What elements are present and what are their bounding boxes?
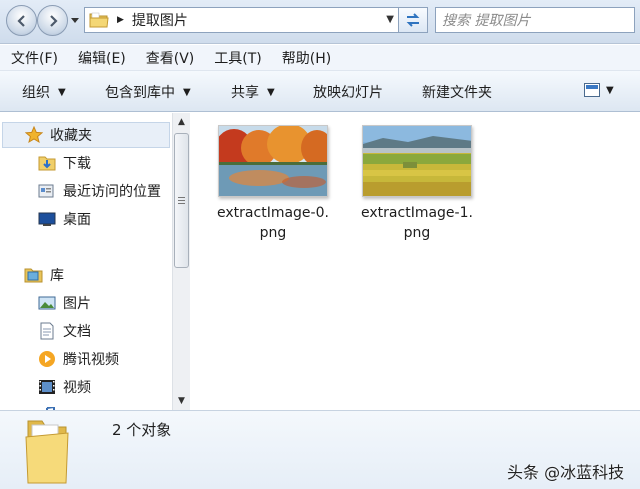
change-view-button[interactable]: ▼ — [584, 83, 614, 97]
file-name-line2: png — [259, 225, 287, 241]
address-toolbar: ▶ 提取图片 ▼ 搜索 提取图片 — [0, 0, 640, 44]
navigation-pane: 收藏夹 下载 最近访问的位置 桌面 库 图片 文档 腾讯视频 视频 — [0, 113, 190, 410]
search-input[interactable]: 搜索 提取图片 — [442, 10, 530, 30]
search-box[interactable]: 搜索 提取图片 — [435, 7, 635, 33]
forward-button[interactable] — [37, 5, 68, 36]
library-icon — [24, 266, 44, 284]
include-library-button[interactable]: 包含到库中 ▼ — [105, 82, 191, 102]
nav-item-favorites[interactable]: 收藏夹 — [24, 122, 92, 148]
file-list: extractImage-0. png extractImage-1. png — [191, 113, 640, 410]
nav-item-tencent-video[interactable]: 腾讯视频 — [37, 346, 119, 372]
pictures-icon — [37, 294, 57, 312]
recent-places-icon — [37, 182, 57, 200]
scroll-thumb[interactable] — [174, 133, 189, 268]
film-icon — [37, 378, 57, 396]
back-button[interactable] — [6, 5, 37, 36]
chevron-down-icon: ▼ — [183, 86, 191, 98]
address-dropdown[interactable]: ▼ — [386, 14, 394, 25]
downloads-folder-icon — [37, 154, 57, 172]
item-count: 2 个对象 — [112, 421, 172, 439]
nav-item-documents[interactable]: 文档 — [37, 318, 91, 344]
tencent-video-icon — [37, 350, 57, 368]
nav-label-pictures: 图片 — [63, 296, 91, 312]
desktop-icon — [37, 210, 57, 228]
details-pane: 2 个对象 头条 @冰蓝科技 — [0, 410, 640, 489]
nav-scrollbar[interactable]: ▲ ▼ — [172, 113, 190, 410]
nav-item-videos[interactable]: 视频 — [37, 374, 91, 400]
menu-bar: 文件(F) 编辑(E) 查看(V) 工具(T) 帮助(H) — [0, 45, 640, 71]
menu-view[interactable]: 查看(V) — [135, 48, 204, 68]
nav-label-downloads: 下载 — [63, 156, 91, 172]
share-label: 共享 — [231, 85, 259, 101]
refresh-button[interactable] — [398, 7, 428, 33]
nav-item-partial[interactable] — [40, 400, 66, 410]
grip-icon — [178, 197, 185, 204]
view-icon — [584, 83, 600, 97]
nav-label-recent: 最近访问的位置 — [63, 184, 161, 200]
file-name-line2: png — [403, 225, 431, 241]
nav-item-recent[interactable]: 最近访问的位置 — [37, 178, 161, 204]
rice-field-thumbnail — [362, 125, 472, 197]
breadcrumb-current-folder[interactable]: 提取图片 — [132, 10, 188, 30]
slideshow-button[interactable]: 放映幻灯片 — [313, 82, 383, 102]
menu-tools[interactable]: 工具(T) — [203, 48, 270, 68]
watermark-text: 头条 @冰蓝科技 — [507, 463, 625, 482]
large-folder-icon — [25, 420, 69, 484]
address-bar[interactable]: ▶ 提取图片 ▼ — [84, 7, 399, 33]
star-icon — [24, 126, 44, 144]
refresh-icon — [406, 13, 420, 27]
nav-label-libraries: 库 — [50, 268, 64, 284]
file-name: extractImage-1. png — [357, 203, 477, 243]
nav-item-desktop[interactable]: 桌面 — [37, 206, 91, 232]
autumn-lake-thumbnail — [218, 125, 328, 197]
folder-icon — [89, 12, 109, 28]
breadcrumb-separator[interactable]: ▶ — [117, 15, 124, 25]
chevron-down-icon — [71, 18, 79, 23]
chevron-down-icon: ▼ — [58, 86, 66, 98]
menu-help[interactable]: 帮助(H) — [271, 48, 340, 68]
nav-label-documents: 文档 — [63, 324, 91, 340]
scroll-down-arrow[interactable]: ▼ — [173, 392, 190, 410]
organize-button[interactable]: 组织 ▼ — [22, 82, 66, 102]
command-bar: 组织 ▼ 包含到库中 ▼ 共享 ▼ 放映幻灯片 新建文件夹 ▼ — [0, 71, 640, 112]
nav-label-desktop: 桌面 — [63, 212, 91, 228]
file-item[interactable]: extractImage-0. png — [213, 125, 333, 243]
menu-edit[interactable]: 编辑(E) — [67, 48, 135, 68]
share-button[interactable]: 共享 ▼ — [231, 82, 275, 102]
file-name: extractImage-0. png — [213, 203, 333, 243]
arrow-right-icon — [49, 14, 58, 27]
chevron-down-icon: ▼ — [606, 84, 614, 96]
chevron-down-icon: ▼ — [267, 86, 275, 98]
arrow-left-icon — [16, 14, 25, 27]
nav-label-favorites: 收藏夹 — [50, 128, 92, 144]
file-name-line1: extractImage-0. — [217, 205, 329, 221]
new-folder-button[interactable]: 新建文件夹 — [422, 82, 492, 102]
recent-pages-dropdown[interactable] — [70, 16, 80, 26]
file-name-line1: extractImage-1. — [361, 205, 473, 221]
scroll-up-arrow[interactable]: ▲ — [173, 113, 190, 131]
file-item[interactable]: extractImage-1. png — [357, 125, 477, 243]
nav-item-pictures[interactable]: 图片 — [37, 290, 91, 316]
documents-icon — [37, 322, 57, 340]
slideshow-label: 放映幻灯片 — [313, 85, 383, 101]
include-library-label: 包含到库中 — [105, 85, 175, 101]
organize-label: 组织 — [22, 85, 50, 101]
nav-item-libraries[interactable]: 库 — [24, 262, 64, 288]
nav-label-tencent-video: 腾讯视频 — [63, 352, 119, 368]
menu-file[interactable]: 文件(F) — [0, 48, 67, 68]
nav-item-downloads[interactable]: 下载 — [37, 150, 91, 176]
nav-label-videos: 视频 — [63, 380, 91, 396]
new-folder-label: 新建文件夹 — [422, 85, 492, 101]
